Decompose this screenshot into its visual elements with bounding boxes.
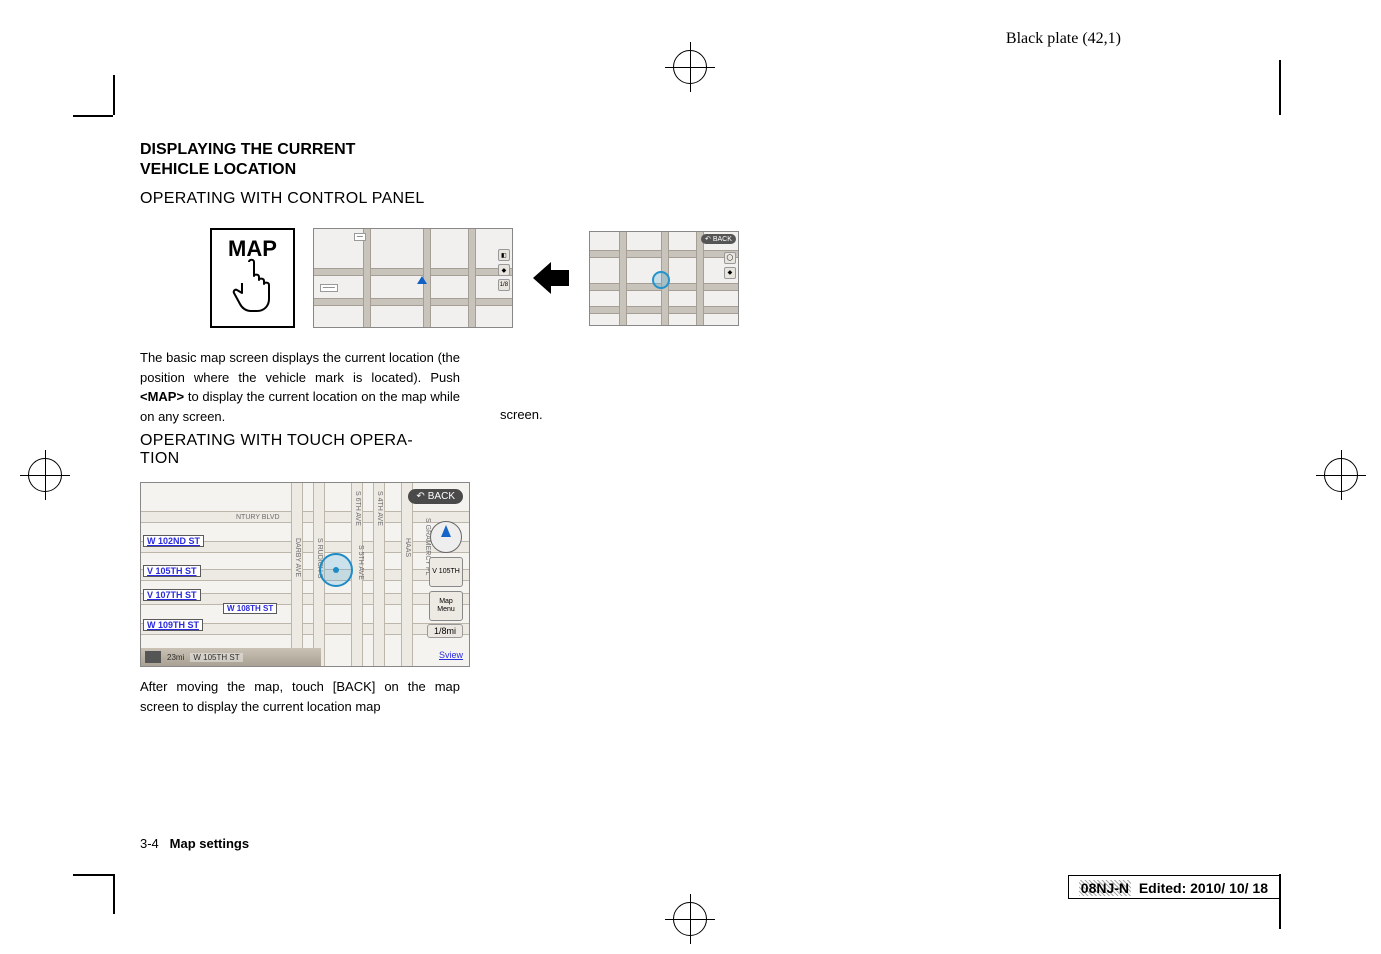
print-id-box: 08NJ-N Edited: 2010/ 10/ 18 (1068, 875, 1281, 899)
street-name: S 5TH AVE (357, 545, 364, 580)
vehicle-mark-icon (417, 276, 427, 284)
street-label: W 102ND ST (143, 535, 204, 547)
plate-marker: Black plate (42,1) (1006, 30, 1121, 48)
subheading-control-panel: OPERATING WITH CONTROL PANEL (140, 190, 800, 208)
crop-mark-tl (105, 75, 115, 115)
footer-section-title: Map settings (170, 836, 249, 851)
registration-mark-left (20, 450, 70, 500)
page-footer: 3-4 Map settings (140, 836, 249, 851)
map-side-icon: ◆ (724, 267, 736, 279)
street-name: NTURY BLVD (236, 514, 280, 521)
subheading-touch-operation: OPERATING WITH TOUCH OPERA- TION (140, 432, 800, 468)
scroll-cursor-icon (652, 271, 670, 289)
map-tool-button[interactable]: V 105TH (429, 557, 463, 587)
scroll-cursor-icon (319, 553, 353, 587)
map-side-icon: ◆ (498, 264, 510, 276)
print-id-text: Edited: 2010/ 10/ 18 (1139, 880, 1268, 896)
sub2-line2: TION (140, 450, 179, 467)
street-label: V 105TH ST (143, 565, 201, 577)
heading-line2: VEHICLE LOCATION (140, 161, 296, 178)
paragraph-touch-back: After moving the map, touch [BACK] on th… (140, 677, 460, 716)
tool-label: Map (439, 598, 453, 606)
paragraph-continuation: screen. (500, 407, 543, 422)
map-thumb-current-location: — —— ◧ ◆ 1/8 (313, 228, 513, 328)
sview-link[interactable]: Sview (439, 650, 463, 660)
scale-chip[interactable]: 1/8mi (427, 624, 463, 638)
section-heading: DISPLAYING THE CURRENT VEHICLE LOCATION (140, 140, 800, 180)
paragraph-basic-map: The basic map screen displays the curren… (140, 348, 460, 426)
tool-label: V 105TH (432, 568, 460, 576)
page-content: DISPLAYING THE CURRENT VEHICLE LOCATION … (140, 140, 800, 716)
street-label: W 108TH ST (223, 603, 277, 614)
street-label: V 107TH ST (143, 589, 201, 601)
crop-mark-bl (105, 874, 115, 914)
map-button-illustration: MAP (210, 228, 295, 328)
registration-mark-right (1316, 450, 1366, 500)
map-side-icon: ◧ (498, 249, 510, 261)
street-name: DARBY AVE (294, 538, 301, 577)
page-number: 3-4 (140, 836, 159, 851)
street-callout: — (354, 233, 366, 241)
hand-press-icon (230, 256, 274, 316)
street-callout: —— (320, 284, 338, 292)
bottom-distance: 23mi (167, 653, 184, 662)
street-label: W 109TH ST (143, 619, 203, 631)
sub2-line1: OPERATING WITH TOUCH OPERA- (140, 432, 413, 449)
back-arrow-icon: ↶ (416, 491, 424, 502)
street-name: S 4TH AVE (376, 491, 383, 526)
bottom-status-bar: 23mi W 105TH ST (141, 648, 321, 666)
flag-icon (145, 651, 161, 663)
registration-mark-top (665, 42, 715, 92)
street-name: HAAS (404, 538, 411, 557)
print-id-code: 08NJ-N (1079, 880, 1131, 896)
touch-map-figure: NTURY BLVD S 6TH AVE S 4TH AVE DARBY AVE… (140, 482, 470, 667)
figure-row-1: MAP — —— ◧ ◆ 1/8 (210, 228, 800, 328)
bottom-street: W 105TH ST (190, 653, 242, 662)
map-menu-button[interactable]: Map Menu (429, 591, 463, 621)
compass-icon[interactable] (430, 521, 462, 553)
map-side-controls: ◯ ◆ (724, 252, 736, 279)
street-name: S 6TH AVE (354, 491, 361, 526)
tool-label: Menu (437, 606, 455, 614)
map-side-icon: ◯ (724, 252, 736, 264)
back-chip-text: BACK (713, 236, 732, 243)
back-button[interactable]: ↶ BACK (408, 489, 463, 504)
back-button-label: BACK (428, 491, 455, 502)
heading-line1: DISPLAYING THE CURRENT (140, 141, 355, 158)
back-chip: ↶ BACK (701, 234, 736, 244)
registration-mark-bottom (665, 894, 715, 944)
map-hard-button: MAP (210, 228, 295, 328)
arrow-left-icon (531, 258, 571, 298)
map-thumb-scrolled: ↶ BACK ◯ ◆ (589, 231, 739, 326)
map-right-controls: V 105TH Map Menu (427, 521, 465, 621)
map-side-controls: ◧ ◆ 1/8 (498, 249, 510, 291)
map-keyword: <MAP> (140, 389, 184, 404)
crop-mark-tr (1279, 60, 1281, 115)
zoom-label: 1/8 (498, 279, 510, 291)
